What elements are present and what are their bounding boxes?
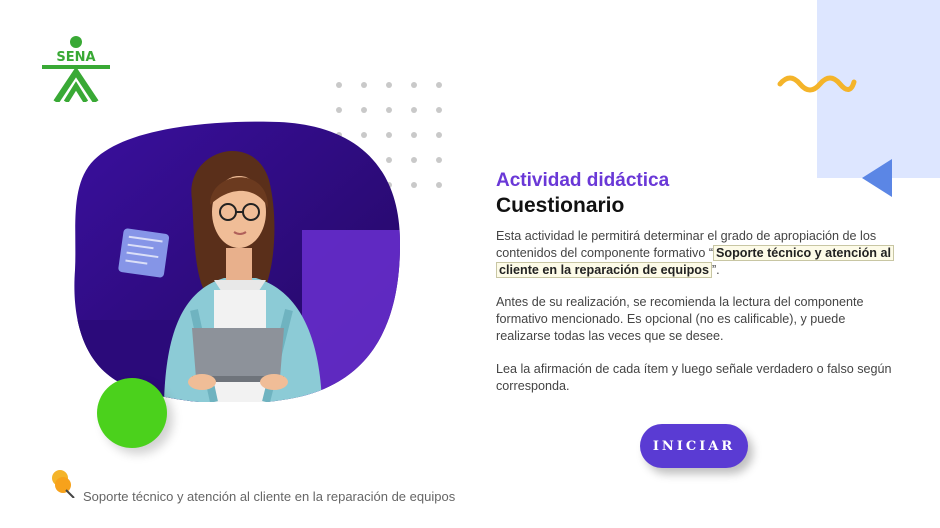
instructions-paragraph: Lea la afirmación de cada ítem y luego s… <box>496 361 892 393</box>
intro-text-end: ”. <box>711 262 720 277</box>
intro-paragraph: Esta actividad le permitirá determinar e… <box>496 228 896 278</box>
footer-course-name: Soporte técnico y atención al cliente en… <box>83 489 456 504</box>
green-circle-decoration <box>97 378 167 448</box>
activity-intro: Actividad didáctica Cuestionario Esta ac… <box>496 170 896 410</box>
wave-decoration <box>777 75 857 93</box>
start-button[interactable]: INICIAR <box>640 424 748 468</box>
pushpin-icon <box>52 470 75 498</box>
recommendation-paragraph: Antes de su realización, se recomienda l… <box>496 295 864 343</box>
sena-logo: SENA <box>40 34 112 104</box>
activity-title: Cuestionario <box>496 194 625 217</box>
hero-illustration <box>74 121 400 402</box>
activity-subtitle: Actividad didáctica <box>496 170 670 191</box>
logo-text: SENA <box>56 50 95 65</box>
